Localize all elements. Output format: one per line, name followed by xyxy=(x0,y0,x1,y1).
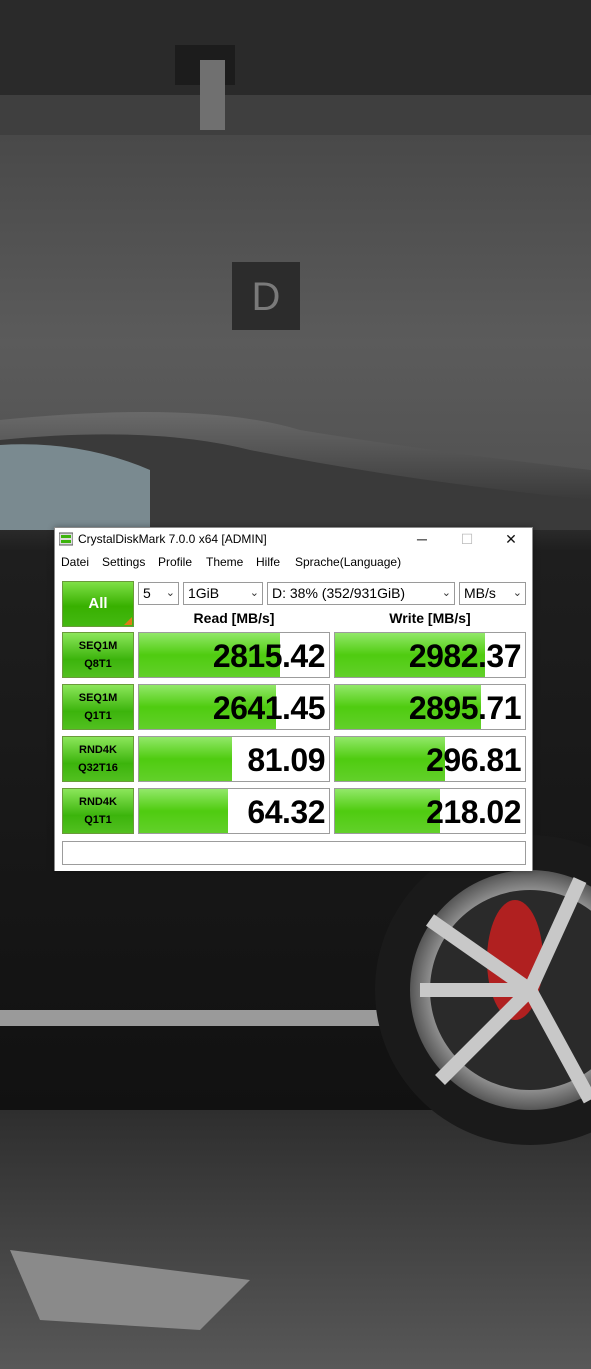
read-result-bar xyxy=(139,737,233,781)
menu-language[interactable]: Sprache(Language) xyxy=(295,555,401,569)
corner-indicator xyxy=(124,617,132,625)
maximize-button[interactable]: ☐ xyxy=(444,528,490,551)
svg-text:D: D xyxy=(252,275,281,319)
write-header: Write [MB/s] xyxy=(389,610,471,626)
chevron-down-icon: ⌄ xyxy=(165,587,175,599)
test-name: SEQ1M xyxy=(78,692,118,704)
write-result-value: 2895.71 xyxy=(408,690,522,726)
read-result-cell: 2641.45 xyxy=(138,684,330,730)
drive-select[interactable]: D: 38% (352/931GiB) ⌄ xyxy=(267,582,455,605)
menu-datei[interactable]: Datei xyxy=(61,555,89,569)
read-result-cell: 64.32 xyxy=(138,788,330,834)
run-all-label: All xyxy=(88,595,108,612)
crystaldiskmark-window: CrystalDiskMark 7.0.0 x64 [ADMIN] ─ ☐ ✕ … xyxy=(54,527,533,871)
benchmark-panel: All 5 ⌄ 1GiB ⌄ D: 38% (352/931GiB) ⌄ MB/… xyxy=(55,573,532,871)
write-result-cell: 2895.71 xyxy=(334,684,526,730)
write-result-value: 2982.37 xyxy=(408,638,522,674)
test-button-rnd4k-q1t1[interactable]: RND4K Q1T1 xyxy=(62,788,134,834)
menu-bar: Datei Settings Profile Theme Hilfe Sprac… xyxy=(55,551,532,573)
test-size-select[interactable]: 1GiB ⌄ xyxy=(183,582,263,605)
comment-field[interactable] xyxy=(62,841,526,865)
test-params: Q32T16 xyxy=(78,762,118,774)
test-size-value: 1GiB xyxy=(188,585,220,601)
test-button-seq1m-q8t1[interactable]: SEQ1M Q8T1 xyxy=(62,632,134,678)
read-result-value: 2815.42 xyxy=(212,638,326,674)
minimize-button[interactable]: ─ xyxy=(399,528,445,551)
test-count-value: 5 xyxy=(143,585,151,601)
write-result-cell: 2982.37 xyxy=(334,632,526,678)
write-result-value: 296.81 xyxy=(426,742,521,778)
read-result-cell: 2815.42 xyxy=(138,632,330,678)
chevron-down-icon: ⌄ xyxy=(441,587,451,599)
test-params: Q1T1 xyxy=(84,814,112,826)
read-result-value: 2641.45 xyxy=(212,690,326,726)
test-name: SEQ1M xyxy=(78,640,118,652)
drive-value: D: 38% (352/931GiB) xyxy=(272,585,406,601)
unit-value: MB/s xyxy=(464,585,496,601)
test-name: RND4K xyxy=(79,796,117,808)
test-count-select[interactable]: 5 ⌄ xyxy=(138,582,179,605)
write-result-bar xyxy=(335,789,440,833)
test-params: Q8T1 xyxy=(84,658,112,670)
title-bar[interactable]: CrystalDiskMark 7.0.0 x64 [ADMIN] ─ ☐ ✕ xyxy=(55,528,532,551)
test-name: RND4K xyxy=(79,744,117,756)
menu-profile[interactable]: Profile xyxy=(158,555,192,569)
chevron-down-icon: ⌄ xyxy=(249,587,259,599)
write-result-value: 218.02 xyxy=(426,794,521,830)
read-result-value: 64.32 xyxy=(247,794,325,830)
window-title: CrystalDiskMark 7.0.0 x64 [ADMIN] xyxy=(78,532,267,546)
menu-settings[interactable]: Settings xyxy=(102,555,145,569)
crystaldiskmark-app-icon xyxy=(59,532,73,546)
read-result-bar xyxy=(139,789,229,833)
menu-theme[interactable]: Theme xyxy=(206,555,243,569)
menu-hilfe[interactable]: Hilfe xyxy=(256,555,280,569)
write-result-cell: 218.02 xyxy=(334,788,526,834)
read-result-cell: 81.09 xyxy=(138,736,330,782)
test-button-seq1m-q1t1[interactable]: SEQ1M Q1T1 xyxy=(62,684,134,730)
read-result-value: 81.09 xyxy=(247,742,325,778)
run-all-button[interactable]: All xyxy=(62,581,134,627)
test-params: Q1T1 xyxy=(84,710,112,722)
chevron-down-icon: ⌄ xyxy=(512,587,522,599)
unit-select[interactable]: MB/s ⌄ xyxy=(459,582,526,605)
read-header: Read [MB/s] xyxy=(193,610,275,626)
close-button[interactable]: ✕ xyxy=(488,528,534,551)
write-result-cell: 296.81 xyxy=(334,736,526,782)
test-button-rnd4k-q32t16[interactable]: RND4K Q32T16 xyxy=(62,736,134,782)
